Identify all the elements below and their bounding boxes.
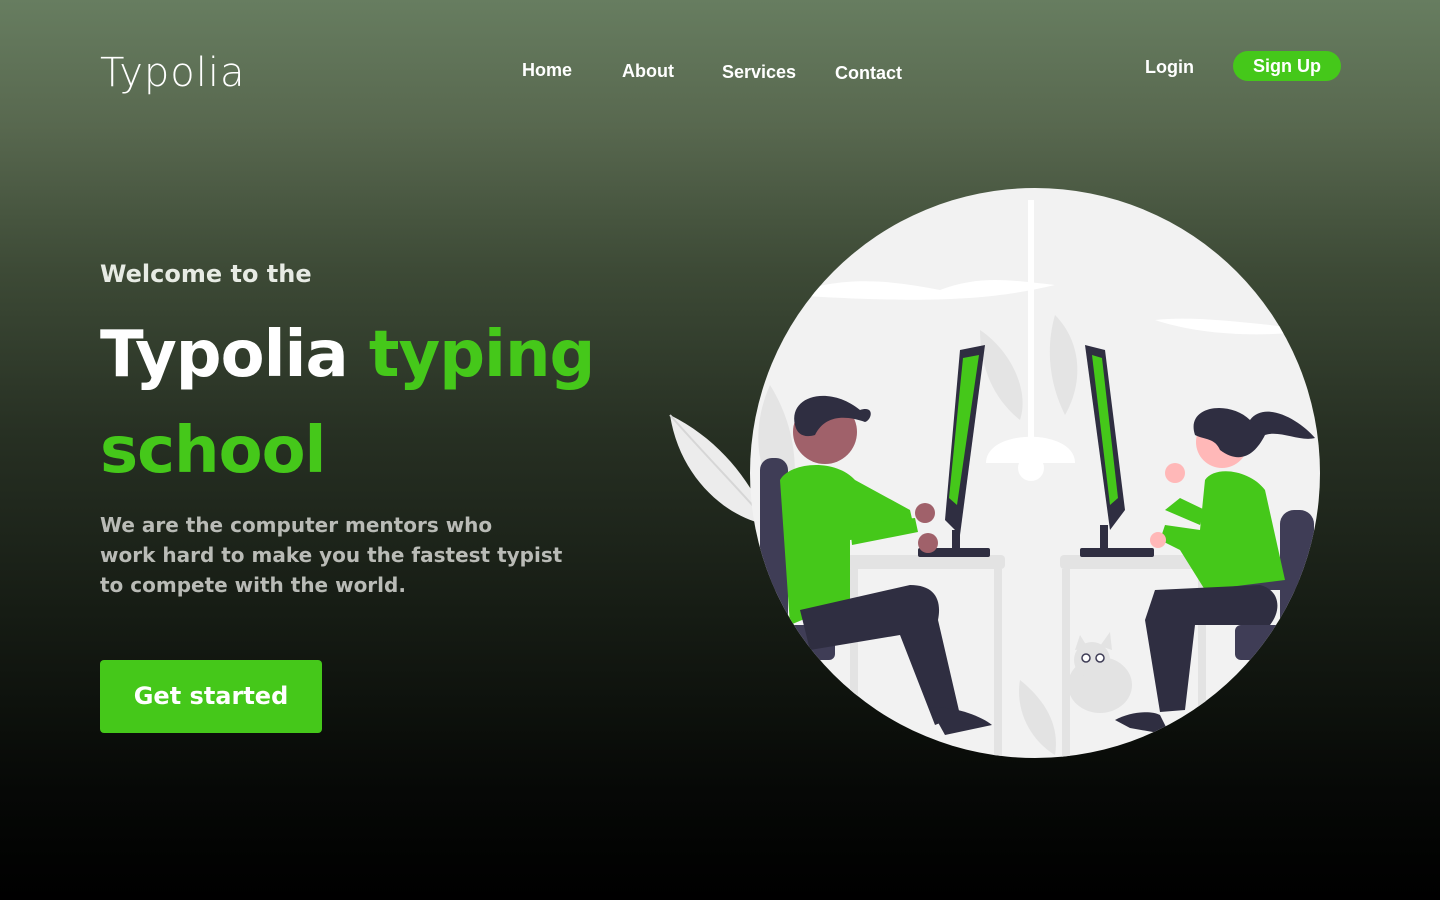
person-right-hand <box>1150 532 1166 548</box>
headline-line-1: Typolia typing <box>100 318 595 392</box>
desk-leg <box>994 569 1002 758</box>
person-left-hand <box>915 503 935 523</box>
monitor-stand <box>1100 525 1108 550</box>
login-link[interactable]: Login <box>1145 57 1194 78</box>
logo[interactable]: Typolia <box>100 50 245 96</box>
nav-services[interactable]: Services <box>722 62 796 83</box>
person-right-hand <box>1165 463 1185 483</box>
hero-subtitle: We are the computer mentors who work har… <box>100 510 563 600</box>
lamp-bulb <box>1018 455 1044 481</box>
signup-button[interactable]: Sign Up <box>1233 51 1341 81</box>
people-typing-illustration <box>669 188 1320 758</box>
subtitle-line: work hard to make you the fastest typist <box>100 543 563 567</box>
desk-leg <box>1062 569 1070 758</box>
keyboard-right <box>1080 548 1154 557</box>
person-left-hand <box>918 533 938 553</box>
desk-left <box>847 555 1005 569</box>
headline-brand: Typolia <box>100 318 349 392</box>
subtitle-line: We are the computer mentors who <box>100 513 493 537</box>
headline-typing: typing <box>368 318 595 392</box>
get-started-button[interactable]: Get started <box>100 660 322 733</box>
welcome-text: Welcome to the <box>100 260 312 288</box>
subtitle-line: to compete with the world. <box>100 573 406 597</box>
cat-eye <box>1081 653 1091 663</box>
headline-school: school <box>100 414 326 488</box>
nav-contact[interactable]: Contact <box>835 63 902 84</box>
cat-eye <box>1095 653 1105 663</box>
nav-about[interactable]: About <box>622 61 674 82</box>
nav-home[interactable]: Home <box>522 60 572 81</box>
lamp-cord <box>1028 200 1034 440</box>
chair-right-seat <box>1235 625 1295 660</box>
